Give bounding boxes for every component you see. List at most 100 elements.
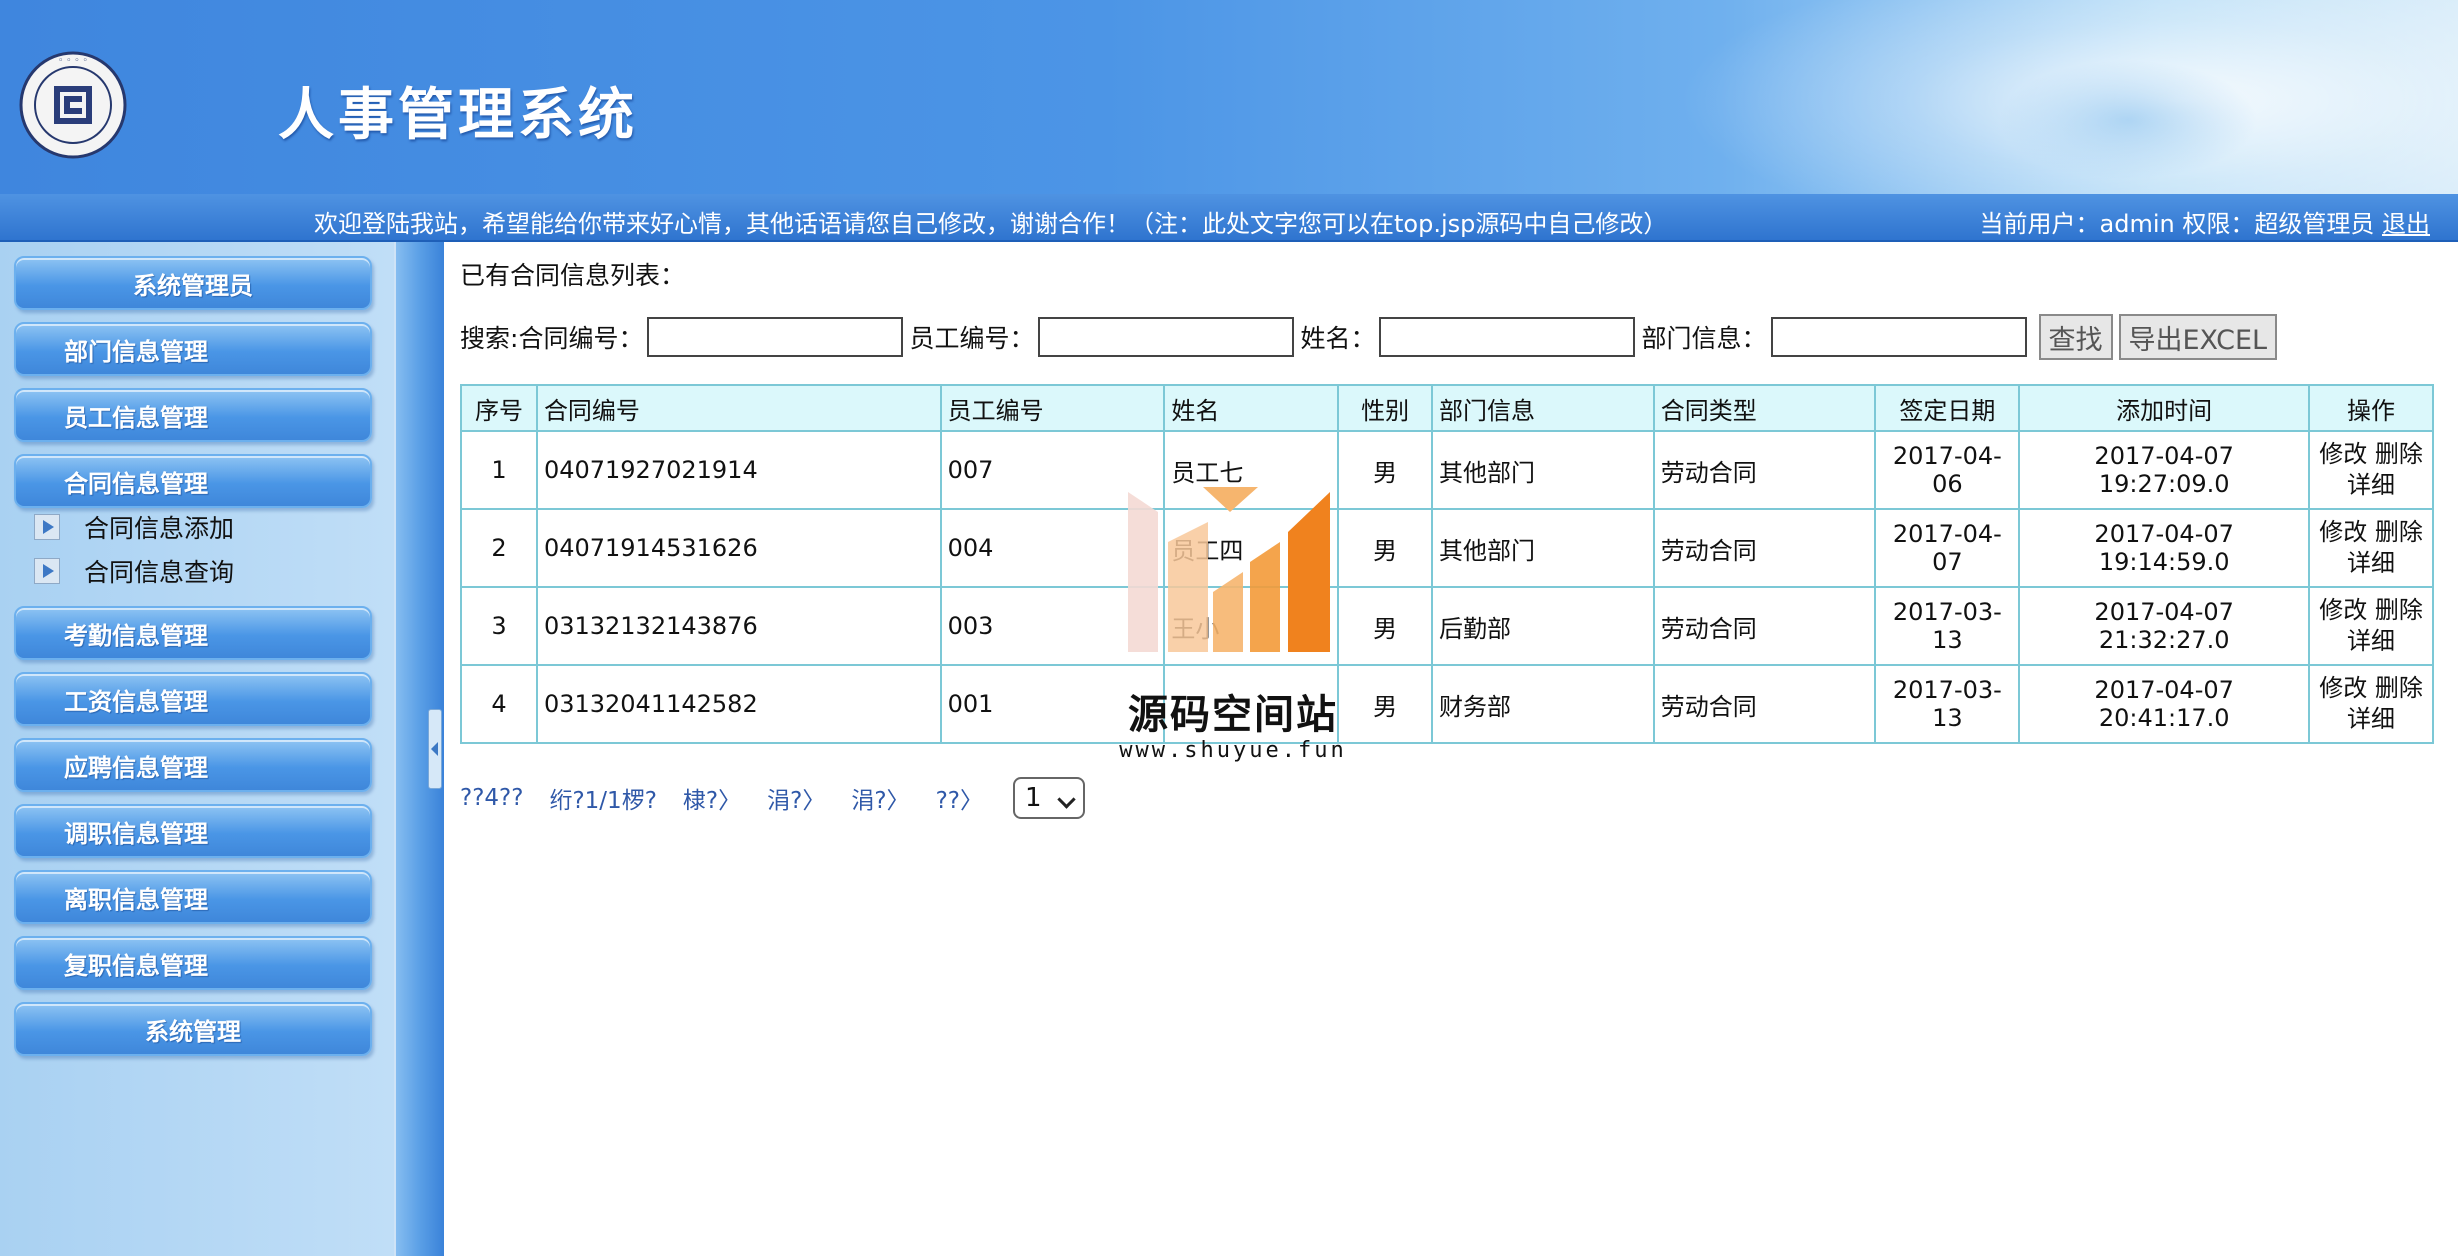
sidebar-item-salary[interactable]: 工资信息管理	[14, 672, 372, 726]
pager-prev[interactable]: 涓?〉	[767, 781, 825, 815]
sidebar-item-resign[interactable]: 离职信息管理	[14, 870, 372, 924]
cell-idx: 1	[460, 430, 538, 510]
emp-no-input[interactable]	[1038, 317, 1295, 357]
cell-gender: 男	[1337, 664, 1434, 744]
cell-sign-date: 2017-04-06	[1874, 430, 2021, 510]
search-label: 搜索:	[460, 324, 519, 353]
collapse-sidebar-icon[interactable]	[428, 709, 442, 789]
export-excel-button[interactable]: 导出EXCEL	[2118, 314, 2278, 360]
cell-operations: 修改 删除详细	[2308, 586, 2434, 666]
column-header: 合同类型	[1652, 384, 1877, 432]
delete-link[interactable]: 删除	[2375, 596, 2423, 624]
delete-link[interactable]: 删除	[2375, 518, 2423, 546]
header-banner: ◦ ◦ ◦ ◦ 人事管理系统	[0, 0, 2458, 194]
cell-add-time: 2017-04-07 21:32:27.0	[2018, 586, 2311, 666]
cell-idx: 3	[460, 586, 538, 666]
cell-emp-no: 001	[939, 664, 1166, 744]
contract-no-input[interactable]	[647, 317, 904, 357]
logout-link[interactable]: 退出	[2382, 210, 2430, 238]
header-bar: 欢迎登陆我站，希望能给你带来好心情，其他话语请您自己修改，谢谢合作！（注：此处文…	[0, 194, 2458, 242]
cell-gender: 男	[1337, 508, 1434, 588]
sidebar-item-label: 应聘信息管理	[64, 753, 208, 782]
detail-link[interactable]: 详细	[2347, 705, 2395, 733]
cell-contract-no: 03132132143876	[535, 586, 942, 666]
sidebar-item-transfer[interactable]: 调职信息管理	[14, 804, 372, 858]
cell-type: 劳动合同	[1652, 586, 1877, 666]
cell-gender: 男	[1337, 430, 1434, 510]
sidebar-item-reinstate[interactable]: 复职信息管理	[14, 936, 372, 990]
cell-type: 劳动合同	[1652, 664, 1877, 744]
sidebar-item-label: 考勤信息管理	[64, 621, 208, 650]
sidebar-subitem-label: 合同信息添加	[84, 514, 235, 543]
app-title: 人事管理系统	[278, 83, 638, 148]
cell-operations: 修改 删除详细	[2308, 664, 2434, 744]
sidebar-item-department[interactable]: 部门信息管理	[14, 322, 372, 376]
sidebar-subitem-contract-add[interactable]: 合同信息添加	[34, 507, 234, 547]
cell-name: 王小	[1163, 586, 1340, 666]
cell-dept: 其他部门	[1431, 508, 1655, 588]
cell-add-time: 2017-04-07 19:14:59.0	[2018, 508, 2311, 588]
search-form: 搜索: 合同编号： 员工编号： 姓名： 部门信息： 查找 导出EXCEL	[460, 314, 2278, 360]
sidebar-item-contract[interactable]: 合同信息管理	[14, 454, 372, 508]
table-row: 4 03132041142582 001 男财务部 劳动合同 2017-03-13 2017…	[460, 664, 2434, 744]
current-user-label: 当前用户：admin 权限：超级管理员	[1979, 210, 2375, 238]
sidebar-item-system-admin[interactable]: 系统管理员	[14, 256, 372, 310]
dept-input[interactable]	[1770, 317, 2027, 357]
pager-total[interactable]: ??4??	[460, 785, 523, 811]
edit-link[interactable]: 修改	[2319, 440, 2367, 468]
edit-link[interactable]: 修改	[2319, 674, 2367, 702]
find-button[interactable]: 查找	[2038, 314, 2113, 360]
detail-link[interactable]: 详细	[2347, 627, 2395, 655]
table-row: 3 03132132143876 003 王小男后勤部 劳动合同 2017-03-13 20…	[460, 586, 2434, 666]
pager-page-info[interactable]: 绗?1/1椤?	[549, 781, 656, 815]
sidebar-item-label: 系统管理员	[133, 271, 253, 300]
sidebar-item-label: 员工信息管理	[64, 403, 208, 432]
sidebar-item-system[interactable]: 系统管理	[14, 1002, 372, 1056]
pager-next[interactable]: 涓?〉	[851, 781, 909, 815]
sidebar-item-label: 调职信息管理	[64, 819, 208, 848]
delete-link[interactable]: 删除	[2375, 440, 2423, 468]
pager-last[interactable]: ??〉	[936, 781, 983, 815]
sidebar-item-label: 离职信息管理	[64, 885, 208, 914]
emp-no-label: 员工编号：	[909, 324, 1035, 353]
contract-no-label: 合同编号：	[518, 324, 644, 353]
sidebar-item-label: 部门信息管理	[64, 337, 208, 366]
edit-link[interactable]: 修改	[2319, 596, 2367, 624]
name-label: 姓名：	[1300, 324, 1376, 353]
sidebar-item-label: 系统管理	[145, 1017, 241, 1046]
cell-sign-date: 2017-03-13	[1874, 586, 2021, 666]
sidebar-subitem-contract-query[interactable]: 合同信息查询	[34, 551, 234, 591]
cell-type: 劳动合同	[1652, 430, 1877, 510]
page-title: 已有合同信息列表：	[460, 261, 686, 290]
arrow-right-icon	[34, 514, 60, 540]
cell-dept: 其他部门	[1431, 430, 1655, 510]
sidebar: 系统管理员 部门信息管理 员工信息管理 合同信息管理 合同信息添加 合同信息查询…	[0, 242, 394, 1256]
column-header: 添加时间	[2018, 384, 2311, 432]
sidebar-item-attendance[interactable]: 考勤信息管理	[14, 606, 372, 660]
cell-sign-date: 2017-03-13	[1874, 664, 2021, 744]
column-header: 姓名	[1163, 384, 1340, 432]
delete-link[interactable]: 删除	[2375, 674, 2423, 702]
cell-contract-no: 04071914531626	[535, 508, 942, 588]
detail-link[interactable]: 详细	[2347, 549, 2395, 577]
pager-first[interactable]: 棣?〉	[683, 781, 741, 815]
dept-label: 部门信息：	[1641, 324, 1767, 353]
cell-name	[1163, 664, 1340, 744]
cell-emp-no: 003	[939, 586, 1166, 666]
sidebar-item-employee[interactable]: 员工信息管理	[14, 388, 372, 442]
sidebar-item-label: 复职信息管理	[64, 951, 208, 980]
name-input[interactable]	[1379, 317, 1636, 357]
column-header: 序号	[460, 384, 538, 432]
university-seal-icon: ◦ ◦ ◦ ◦	[19, 51, 127, 159]
page-select[interactable]: 1	[1012, 777, 1085, 819]
sidebar-splitter[interactable]	[394, 242, 444, 1256]
detail-link[interactable]: 详细	[2347, 471, 2395, 499]
edit-link[interactable]: 修改	[2319, 518, 2367, 546]
cell-idx: 4	[460, 664, 538, 744]
cell-gender: 男	[1337, 586, 1434, 666]
main-content: 已有合同信息列表： 搜索: 合同编号： 员工编号： 姓名： 部门信息： 查找 导…	[444, 242, 2458, 1256]
pagination: ??4?? 绗?1/1椤? 棣?〉 涓?〉 涓?〉 ??〉 1	[460, 776, 1085, 820]
column-header: 操作	[2308, 384, 2434, 432]
sidebar-item-recruit[interactable]: 应聘信息管理	[14, 738, 372, 792]
cell-name: 员工四	[1163, 508, 1340, 588]
